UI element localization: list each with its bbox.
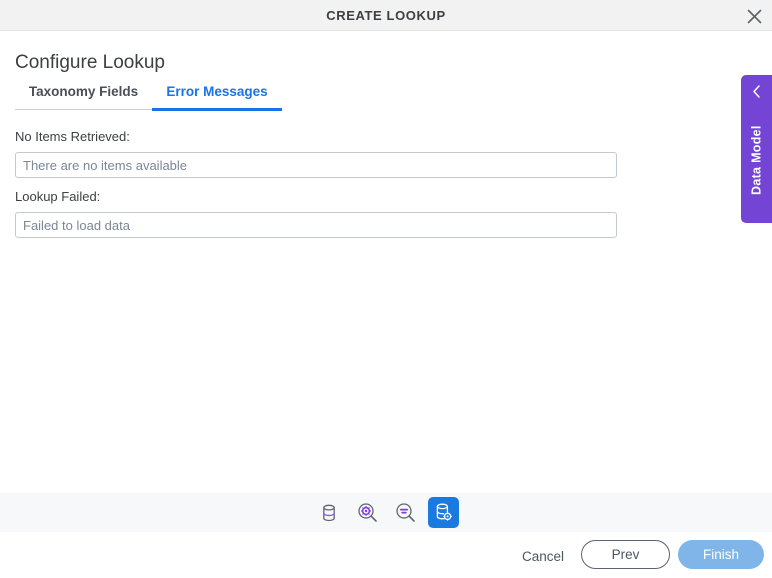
chevron-left-icon: [741, 83, 772, 99]
dialog-title-bar: CREATE LOOKUP: [0, 0, 772, 31]
page-title: Configure Lookup: [15, 52, 165, 73]
dialog-footer: Cancel Prev Finish: [0, 532, 772, 578]
tab-underline: [15, 108, 282, 111]
search-gear-icon[interactable]: [352, 497, 383, 528]
dialog-title: CREATE LOOKUP: [326, 8, 446, 23]
data-model-label: Data Model: [749, 125, 764, 195]
no-items-retrieved-label: No Items Retrieved:: [15, 129, 130, 144]
tab-error-messages[interactable]: Error Messages: [152, 84, 282, 105]
lookup-failed-label: Lookup Failed:: [15, 189, 101, 204]
create-lookup-dialog: CREATE LOOKUP Configure Lookup Taxonomy …: [0, 0, 772, 578]
data-model-side-tab[interactable]: Data Model: [741, 75, 772, 223]
tab-underline-active: [152, 108, 282, 111]
prev-button[interactable]: Prev: [581, 540, 670, 569]
database-icon[interactable]: [314, 497, 345, 528]
search-filter-icon[interactable]: [390, 497, 421, 528]
step-indicator-strip: [0, 493, 772, 532]
close-icon[interactable]: [742, 4, 766, 28]
cancel-button[interactable]: Cancel: [518, 543, 568, 570]
tab-underline-inactive: [15, 109, 152, 110]
finish-button[interactable]: Finish: [678, 540, 764, 569]
lookup-failed-input[interactable]: [15, 212, 617, 238]
database-gear-icon[interactable]: [427, 497, 459, 528]
tab-taxonomy-fields[interactable]: Taxonomy Fields: [15, 84, 152, 105]
no-items-retrieved-input[interactable]: [15, 152, 617, 178]
tab-bar: Taxonomy Fields Error Messages: [15, 84, 282, 108]
